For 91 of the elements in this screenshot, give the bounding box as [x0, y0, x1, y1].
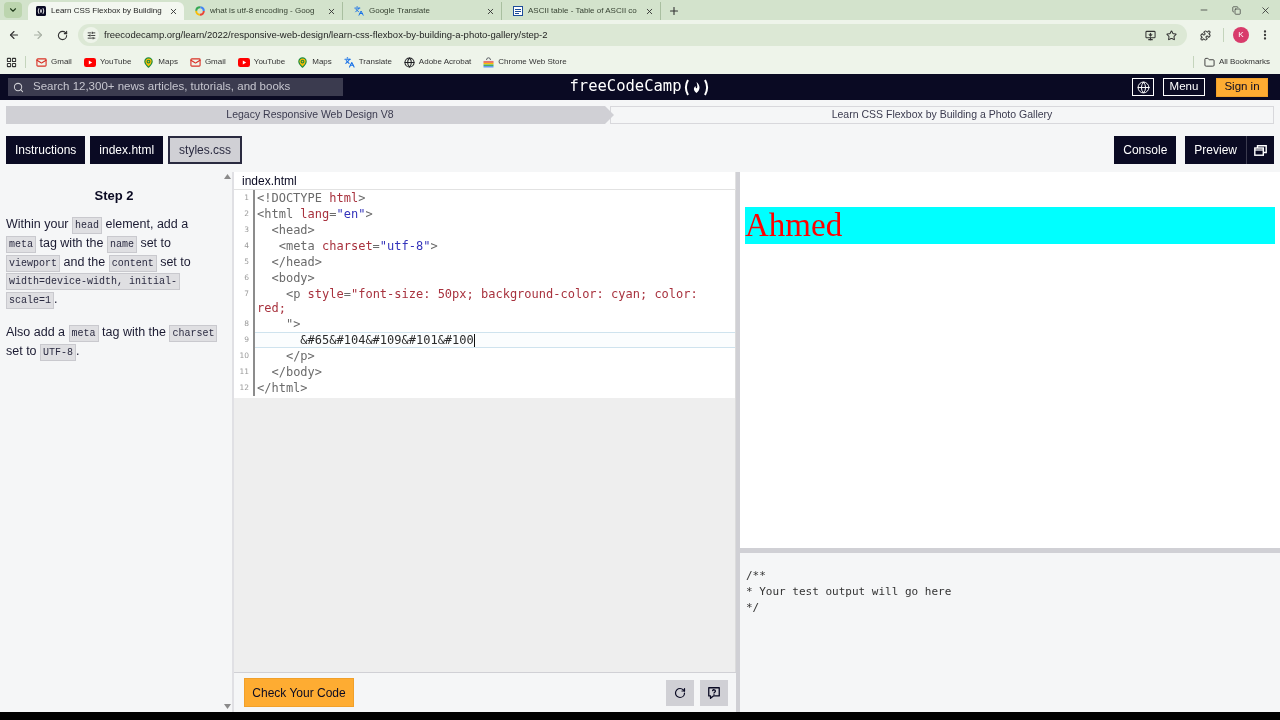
menu-button[interactable]: Menu [1163, 78, 1205, 96]
puzzle-icon [1199, 29, 1211, 41]
bag-icon [483, 56, 495, 68]
test-output-line: * Your test output will go here [746, 584, 952, 600]
reset-button[interactable] [666, 679, 694, 706]
close-icon [485, 6, 495, 16]
code-line: <head> [270, 223, 315, 237]
mail-icon [36, 56, 47, 68]
instruction-text: Within your head element, add a meta tag with the name set to viewport and the content set to width=device-width, initial-scale=1 . [6, 215, 218, 309]
preview-paragraph: Ahmed [745, 207, 1275, 244]
bracketed-flame-icon [683, 78, 711, 96]
pane-toggle-button[interactable]: Console [1114, 136, 1177, 164]
bookmark-link[interactable]: Maps [297, 56, 332, 68]
new-tab-button[interactable] [667, 4, 681, 18]
code-line: </p> [284, 349, 315, 363]
pane-tab[interactable]: styles.css [168, 136, 243, 164]
scroll-up-triangle-icon[interactable] [223, 174, 231, 179]
mail-icon [189, 56, 201, 68]
code-line: <!DOCTYPE html> [257, 191, 366, 205]
editor-file-name: index.html [242, 172, 297, 190]
address-bar[interactable]: freecodecamp.org/learn/2022/responsive-web-design/learn-css-flexbox-by-building-a-photo-gallery/step-2 [78, 24, 1187, 46]
language-button[interactable] [1132, 78, 1154, 96]
chevron-down-icon [8, 5, 18, 15]
bookmark-link[interactable]: YouTube [83, 56, 132, 68]
test-output-line: */ [746, 600, 760, 616]
help-icon [707, 685, 721, 700]
sliders-icon [86, 30, 96, 40]
code-line: </html> [257, 381, 308, 395]
play-icon [237, 57, 250, 67]
code-line: <html lang="en"> [257, 207, 373, 221]
bookmark-link[interactable]: YouTube [237, 56, 286, 68]
breadcrumb-link[interactable]: Legacy Responsive Web Design V8 [6, 106, 614, 124]
all-bookmarks-link[interactable]: All Bookmarks [1203, 56, 1270, 68]
code-line: </body> [270, 365, 323, 379]
check-code-button[interactable]: Check Your Code [244, 678, 354, 707]
bookmark-link[interactable]: Adobe Acrobat [403, 56, 472, 68]
code-line: </head> [270, 255, 323, 269]
scroll-down-triangle-icon[interactable] [223, 704, 231, 709]
close-icon [168, 6, 178, 16]
bookmark-link[interactable]: Gmail [36, 56, 72, 68]
map-pin-icon [297, 56, 309, 68]
pane-tab[interactable]: Instructions [6, 136, 86, 164]
search-field[interactable]: Search 12,300+ news articles, tutorials, and books [8, 78, 343, 96]
code-line: &#65&#104&#109&#101&#100 [299, 333, 475, 347]
close-icon [644, 6, 654, 16]
site-info-button[interactable] [83, 27, 99, 43]
home-logo-link[interactable]: freeCodeCamp [569, 78, 711, 96]
code-line: "> [284, 317, 301, 331]
plus-icon [668, 5, 680, 17]
browser-tab[interactable]: Learn CSS Flexbox by Building [28, 2, 184, 20]
refresh-icon [674, 686, 686, 699]
translate-icon [354, 6, 364, 16]
bookmark-link[interactable]: Translate [343, 56, 392, 68]
step-title: Step 2 [93, 187, 135, 205]
url-text: freecodecamp.org/learn/2022/responsive-web-design/learn-css-flexbox-by-building-a-photo-gallery/step-2 [104, 27, 548, 42]
close-icon [326, 6, 336, 16]
bookmark-link[interactable]: Maps [143, 56, 178, 68]
bookmark-link[interactable]: Chrome Web Store [483, 56, 567, 68]
translate-icon [343, 56, 355, 68]
close-icon [1259, 4, 1271, 16]
install-icon[interactable] [1145, 29, 1156, 41]
map-pin-icon [143, 56, 155, 68]
apps-grid-icon[interactable] [6, 56, 17, 68]
globe-icon [1136, 80, 1150, 94]
breadcrumb-link[interactable]: Learn CSS Flexbox by Building a Photo Gallery [610, 106, 1274, 124]
search-icon [13, 81, 24, 93]
code-line: <p style="font-size: 50px; background-color: cyan; color: red; [257, 287, 699, 315]
star-icon[interactable] [1166, 29, 1177, 41]
ring-icon [195, 6, 205, 16]
document-icon [513, 6, 523, 16]
two-windows-icon [1254, 144, 1267, 156]
pane-tab[interactable]: index.html [90, 136, 164, 164]
popout-button[interactable] [1246, 136, 1274, 164]
instruction-text: Also add a meta tag with the charset set to UTF-8 . [6, 323, 218, 361]
code-line: <body> [270, 271, 315, 285]
help-button[interactable] [700, 679, 728, 706]
back-arrow-icon [8, 29, 20, 41]
profile-avatar-button[interactable]: K [1233, 27, 1249, 43]
folder-icon [1203, 56, 1215, 68]
tab-search-button[interactable] [4, 2, 22, 18]
code-line: <meta charset="utf-8"> [277, 239, 438, 253]
bracket-tile-icon [36, 6, 46, 16]
sign-in-button[interactable]: Sign in [1216, 77, 1268, 97]
restore-icon [1231, 5, 1241, 15]
globe-icon [403, 56, 415, 68]
pane-toggle-button[interactable]: Preview [1185, 136, 1246, 164]
test-output-line: /** [746, 568, 766, 584]
forward-arrow-icon [32, 29, 44, 41]
bookmark-link[interactable]: Gmail [189, 56, 226, 68]
reload-icon [56, 29, 68, 41]
play-icon [83, 57, 96, 67]
